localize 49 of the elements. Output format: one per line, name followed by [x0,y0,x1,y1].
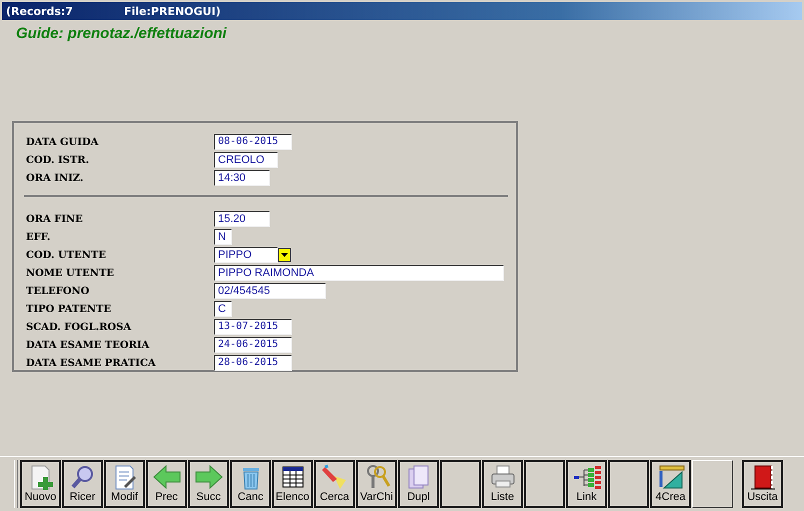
field-label: DATA ESAME TEORIA [26,340,150,350]
toolbar-button[interactable]: Dupl [398,460,439,508]
toolbar-button[interactable]: VarChi [356,460,397,508]
file-name: File:PRENOGUI) [124,4,221,18]
form-title: Guide: prenotaz./effettuazioni [16,25,227,42]
input-field[interactable]: 28-06-2015 [214,355,292,371]
field-label: COD. UTENTE [26,250,107,260]
input-field[interactable]: 24-06-2015 [214,337,292,353]
field-label: EFF. [26,232,52,242]
toolbar-button[interactable]: Link [566,460,607,508]
empty-button[interactable] [440,460,481,508]
toolbar-button[interactable]: Uscita [742,460,783,508]
toolbar-button[interactable]: Liste [482,460,523,508]
empty-button[interactable] [608,460,649,508]
toolbar-button[interactable]: 4Crea [650,460,691,508]
input-field[interactable]: 08-06-2015 [214,134,292,150]
input-field[interactable]: C [214,301,232,317]
input-field[interactable]: CREOLO [214,152,278,168]
caret-icon [281,253,288,257]
toolbar-button[interactable]: Nuovo [20,460,61,508]
dropdown-button[interactable] [278,248,291,262]
records-count: (Records:7 [5,4,74,18]
input-field[interactable]: 02/454545 [214,283,326,299]
toolbar-button[interactable]: Modif [104,460,145,508]
input-field[interactable]: 15.20 [214,211,270,227]
field-label: SCAD. FOGL.ROSA [26,322,132,332]
right-arrow-icon [194,464,224,490]
field-label: NOME UTENTE [26,268,116,278]
empty-button[interactable] [524,460,565,508]
input-field[interactable]: PIPPO RAIMONDA [214,265,504,281]
field-label: COD. ISTR. [26,154,90,166]
toolbar-button[interactable]: Prec [146,460,187,508]
field-label: ORA FINE [26,214,84,224]
field-label: ORA INIZ. [26,172,84,184]
combo-field[interactable]: PIPPO [214,247,278,263]
input-field[interactable]: 14:30 [214,170,270,186]
field-label: TELEFONO [26,286,90,296]
input-field[interactable]: N [214,229,232,245]
left-arrow-icon [152,464,182,490]
toolbar-button[interactable]: Ricer [62,460,103,508]
toolbar-button[interactable]: Elenco [272,460,313,508]
field-label: DATA ESAME PRATICA [26,358,157,368]
toolbar-button[interactable]: Succ [188,460,229,508]
field-label: TIPO PATENTE [26,304,112,314]
field-label: DATA GUIDA [26,136,100,148]
tree-icon [572,464,602,490]
toolbar-button[interactable]: Canc [230,460,271,508]
toolbar-button[interactable]: Cerca [314,460,355,508]
input-field[interactable]: 13-07-2015 [214,319,292,335]
